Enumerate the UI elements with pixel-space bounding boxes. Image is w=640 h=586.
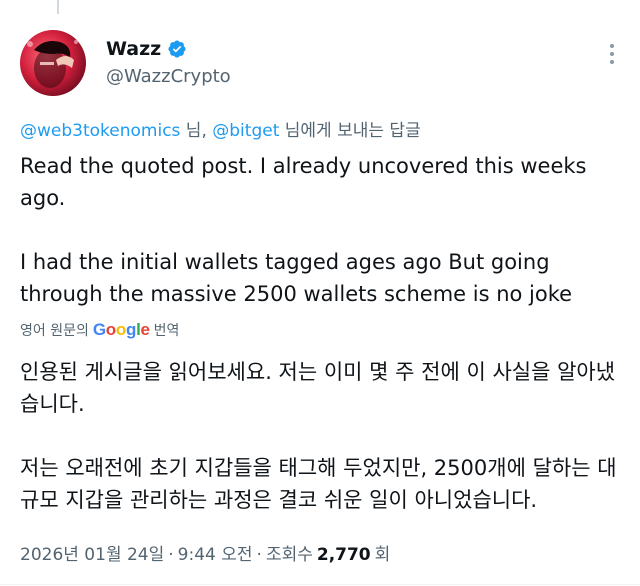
translated-body: 인용된 게시글을 읽어보세요. 저는 이미 몇 주 전에 이 사실을 알아냈습니… xyxy=(20,356,620,516)
tweet-time[interactable]: 9:44 오전 xyxy=(178,540,253,565)
author-handle[interactable]: @WazzCrypto xyxy=(106,66,231,87)
tweet-header: Wazz @WazzCrypto xyxy=(20,30,620,98)
views-unit: 회 xyxy=(374,545,391,565)
author-display-name[interactable]: Wazz xyxy=(106,38,161,60)
translation-attribution[interactable]: 영어 원문의 Google 번역 xyxy=(20,320,179,340)
meta-separator: · xyxy=(168,545,174,565)
tweet-body: Read the quoted post. I already uncovere… xyxy=(20,150,620,310)
tweet-date[interactable]: 2026년 01월 24일 xyxy=(20,540,164,565)
thread-connector-line xyxy=(57,0,59,14)
views-label: 조회수 xyxy=(265,545,313,565)
avatar-art xyxy=(27,40,78,88)
translated-paragraph: 인용된 게시글을 읽어보세요. 저는 이미 몇 주 전에 이 사실을 알아냈습니… xyxy=(20,360,616,416)
replying-to-line: @web3tokenomics 님, @bitget 님에게 보내는 답글 xyxy=(20,116,421,141)
reply-separator: 님, xyxy=(180,121,213,141)
tweet-paragraph: I had the initial wallets tagged ages ag… xyxy=(20,250,573,306)
mention-web3tokenomics[interactable]: @web3tokenomics xyxy=(20,121,180,141)
translated-paragraph: 저는 오래전에 초기 지갑들을 태그해 두었지만, 2500개에 달하는 대규모… xyxy=(20,456,617,512)
views-count[interactable]: 2,770 xyxy=(317,545,371,565)
more-options-icon[interactable] xyxy=(608,44,616,68)
tweet-meta: 2026년 01월 24일 · 9:44 오전 · 조회수 2,770 회 xyxy=(20,540,390,565)
divider xyxy=(0,584,640,585)
reply-suffix: 님에게 보내는 답글 xyxy=(279,121,421,141)
google-logo: Google xyxy=(92,320,150,339)
tweet-paragraph: Read the quoted post. I already uncovere… xyxy=(20,154,587,210)
verified-badge-icon xyxy=(168,40,186,58)
translation-prefix: 영어 원문의 xyxy=(20,323,89,339)
avatar[interactable] xyxy=(20,30,86,96)
mention-bitget[interactable]: @bitget xyxy=(212,121,279,141)
translation-suffix: 번역 xyxy=(153,323,180,339)
meta-separator: · xyxy=(256,545,262,565)
